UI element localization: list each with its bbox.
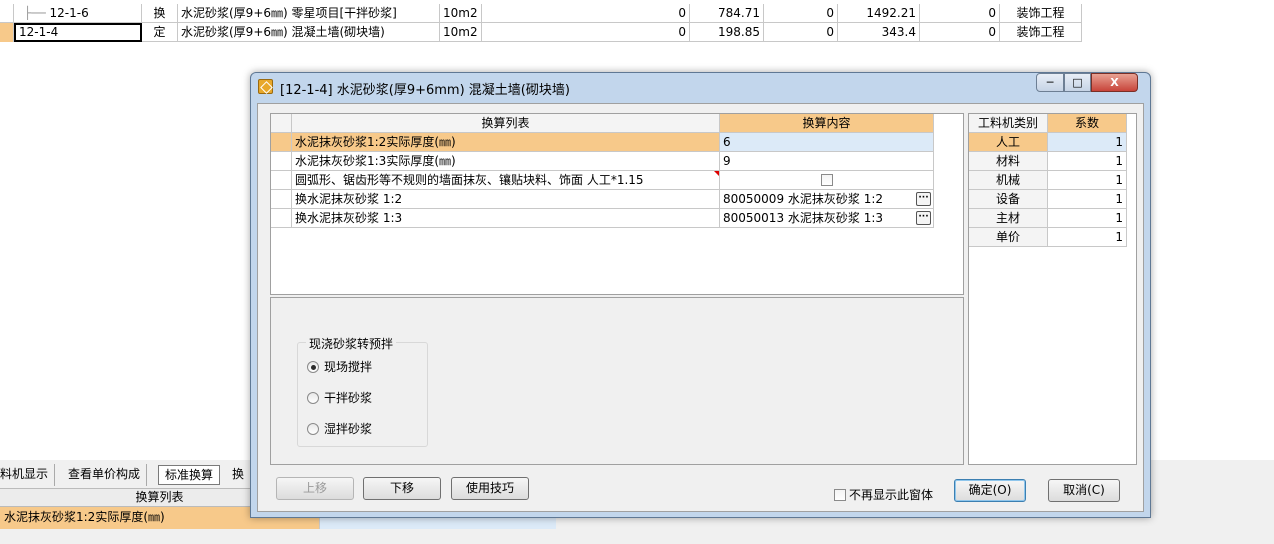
coef-category[interactable]: 材料: [969, 152, 1048, 171]
row-type: 换: [142, 4, 178, 23]
coef-category[interactable]: 主材: [969, 209, 1048, 228]
col-header-list[interactable]: 换算列表: [292, 114, 720, 133]
table-row[interactable]: 12-1-4 定 水泥砂浆(厚9+6㎜) 混凝土墙(砌块墙) 10m2 0 19…: [0, 23, 1082, 42]
move-up-button[interactable]: 上移: [276, 477, 354, 500]
row-category: 装饰工程: [1000, 4, 1082, 23]
checkbox-icon: [834, 489, 846, 501]
conv-name: 水泥抹灰砂浆1:2实际厚度(㎜): [292, 133, 720, 152]
coef-value-input[interactable]: 1: [1048, 171, 1127, 190]
close-button[interactable]: X: [1091, 73, 1138, 92]
maximize-button[interactable]: □: [1064, 73, 1091, 92]
radio-icon: [307, 392, 319, 404]
title-bar[interactable]: [12-1-4] 水泥砂浆(厚9+6mm) 混凝土墙(砌块墙) ─ □ X: [251, 73, 1150, 101]
conv-value-input[interactable]: 9: [720, 152, 934, 171]
standard-conversion-dialog: [12-1-4] 水泥砂浆(厚9+6mm) 混凝土墙(砌块墙) ─ □ X 换算…: [250, 72, 1151, 518]
move-down-button[interactable]: 下移: [363, 477, 441, 500]
coef-category[interactable]: 单价: [969, 228, 1048, 247]
tab-unit-price-composition[interactable]: 查看单价构成: [62, 464, 148, 486]
ellipsis-icon[interactable]: ···: [916, 192, 931, 206]
tab-conversion[interactable]: 换: [226, 464, 250, 486]
app-icon: [258, 79, 273, 94]
row-v2: 198.85: [690, 23, 764, 42]
tips-button[interactable]: 使用技巧: [451, 477, 529, 500]
row-type: 定: [142, 23, 178, 42]
conv-name: 圆弧形、锯齿形等不规则的墙面抹灰、镶贴块料、饰面 人工*1.15: [295, 173, 644, 187]
radio-dry-mix[interactable]: 干拌砂浆: [307, 390, 427, 406]
no-show-checkbox[interactable]: 不再显示此窗体: [834, 487, 944, 503]
col-header-content[interactable]: 换算内容: [720, 114, 934, 133]
coef-value-input[interactable]: 1: [1048, 190, 1127, 209]
conv-value: 80050013 水泥抹灰砂浆 1:3: [723, 211, 884, 225]
coef-value-input[interactable]: 1: [1048, 228, 1127, 247]
row-code[interactable]: 12-1-4: [14, 23, 142, 42]
irregular-wall-checkbox[interactable]: [821, 174, 833, 186]
group-legend: 现浇砂浆转预拌: [306, 335, 397, 352]
dialog-title: [12-1-4] 水泥砂浆(厚9+6mm) 混凝土墙(砌块墙): [280, 83, 570, 98]
conv-name: 换水泥抹灰砂浆 1:3: [292, 209, 720, 228]
conv-value-input[interactable]: 6: [720, 133, 934, 152]
radio-icon: [307, 423, 319, 435]
row-v5: 0: [920, 4, 1000, 23]
table-row[interactable]: 换水泥抹灰砂浆 1:3 80050013 水泥抹灰砂浆 1:3 ···: [271, 209, 934, 228]
coef-value-input[interactable]: 1: [1048, 133, 1127, 152]
table-row[interactable]: ├── 12-1-6 换 水泥砂浆(厚9+6㎜) 零星项目[干拌砂浆] 10m2…: [0, 4, 1082, 23]
conversion-grid: 换算列表 换算内容 水泥抹灰砂浆1:2实际厚度(㎜) 6 水泥抹灰砂浆1:3实际…: [270, 113, 964, 295]
coef-category[interactable]: 机械: [969, 171, 1048, 190]
radio-site-mixed[interactable]: 现场搅拌: [307, 359, 427, 375]
note-marker-icon: [714, 171, 719, 176]
tab-standard-conversion[interactable]: 标准换算: [158, 465, 221, 485]
col-header-coef[interactable]: 系数: [1048, 114, 1127, 133]
coef-value-input[interactable]: 1: [1048, 152, 1127, 171]
table-row[interactable]: 水泥抹灰砂浆1:3实际厚度(㎜) 9: [271, 152, 934, 171]
row-v3: 0: [764, 23, 838, 42]
conv-name: 换水泥抹灰砂浆 1:2: [292, 190, 720, 209]
tab-material-display[interactable]: 料机显示: [0, 464, 56, 486]
row-v1: 0: [482, 4, 690, 23]
table-row[interactable]: 圆弧形、锯齿形等不规则的墙面抹灰、镶贴块料、饰面 人工*1.15: [271, 171, 934, 190]
row-unit: 10m2: [440, 4, 482, 23]
coefficient-grid: 工料机类别 系数 人工 1 材料 1 机械 1 设备 1 主材 1 单价 1: [968, 113, 1137, 465]
row-v4: 1492.21: [838, 4, 920, 23]
col-header-category[interactable]: 工料机类别: [969, 114, 1048, 133]
coef-category[interactable]: 人工: [969, 133, 1048, 152]
ok-button[interactable]: 确定(O): [954, 479, 1026, 502]
row-category: 装饰工程: [1000, 23, 1082, 42]
conv-name: 水泥抹灰砂浆1:3实际厚度(㎜): [292, 152, 720, 171]
coef-value-input[interactable]: 1: [1048, 209, 1127, 228]
row-v1: 0: [482, 23, 690, 42]
row-name: 水泥砂浆(厚9+6㎜) 混凝土墙(砌块墙): [178, 23, 440, 42]
table-row[interactable]: 水泥抹灰砂浆1:2实际厚度(㎜) 6: [271, 133, 934, 152]
row-v2: 784.71: [690, 4, 764, 23]
table-row[interactable]: 换水泥抹灰砂浆 1:2 80050009 水泥抹灰砂浆 1:2 ···: [271, 190, 934, 209]
row-v4: 343.4: [838, 23, 920, 42]
radio-wet-mix[interactable]: 湿拌砂浆: [307, 421, 427, 437]
mortar-groupbox: 现浇砂浆转预拌 现场搅拌 干拌砂浆 湿拌砂浆: [297, 335, 428, 447]
cancel-button[interactable]: 取消(C): [1048, 479, 1120, 502]
ellipsis-icon[interactable]: ···: [916, 211, 931, 225]
coef-category[interactable]: 设备: [969, 190, 1048, 209]
row-v3: 0: [764, 4, 838, 23]
row-unit: 10m2: [440, 23, 482, 42]
minimize-button[interactable]: ─: [1036, 73, 1064, 92]
mortar-panel: 现浇砂浆转预拌 现场搅拌 干拌砂浆 湿拌砂浆: [270, 297, 964, 465]
conv-value: 80050009 水泥抹灰砂浆 1:2: [723, 192, 884, 206]
radio-selected-icon: [307, 361, 319, 373]
background-table: ├── 12-1-6 换 水泥砂浆(厚9+6㎜) 零星项目[干拌砂浆] 10m2…: [0, 0, 1082, 42]
row-name: 水泥砂浆(厚9+6㎜) 零星项目[干拌砂浆]: [178, 4, 440, 23]
row-v5: 0: [920, 23, 1000, 42]
row-code: 12-1-6: [49, 6, 89, 20]
